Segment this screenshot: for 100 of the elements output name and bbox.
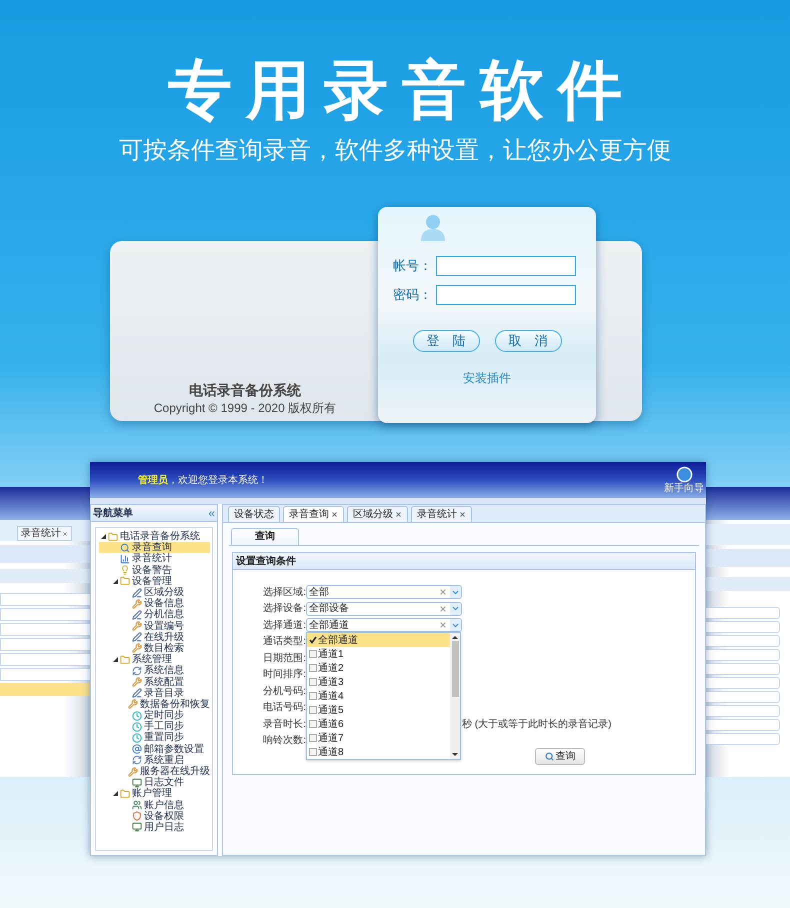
tree-item[interactable]: 分机信息 [99,609,210,620]
tab[interactable]: 录音查询 [283,506,344,522]
dropdown-option[interactable]: 通道2 [307,661,450,675]
folder-icon [120,654,130,665]
subtitle: 可按条件查询录音，软件多种设置，让您办公更方便 [118,136,672,166]
tree-item[interactable]: 设备信息 [99,598,210,610]
field-label: 密码： [393,286,433,304]
checkbox[interactable] [309,748,317,756]
login-button[interactable]: 登 陆 [412,330,480,352]
tab[interactable]: 录音统计 [411,506,472,522]
login-button[interactable]: 取 消 [494,330,562,352]
headline: 专用录音软件 [167,53,637,128]
form-label: 选择区域: [262,586,306,600]
expand-triangle-icon[interactable] [101,534,106,540]
compass-icon[interactable] [676,466,692,483]
panel-title: 设置查询条件 [236,554,296,568]
tree-item[interactable]: 日志文件 [99,777,210,788]
tree-item[interactable]: 在线升级 [99,632,210,643]
checkbox[interactable] [309,678,317,686]
tree-item[interactable]: 账户管理 [99,788,210,800]
folder-icon [120,576,130,586]
system-name: 电话录音备份系统 [189,381,301,400]
tree-item[interactable]: 区域分级 [99,586,210,598]
user-avatar-icon [420,213,446,241]
tab[interactable]: 录音统计 [17,526,72,541]
checkbox[interactable] [309,636,317,644]
tree-item[interactable]: 手工同步 [99,721,210,732]
dropdown-option[interactable]: 全部通道 [307,633,450,647]
expand-triangle-icon[interactable] [113,657,118,662]
checkbox[interactable] [309,706,317,714]
checkbox[interactable] [309,692,317,700]
tree-item[interactable]: 数据备份和恢复 [99,698,210,710]
tree-item[interactable]: 录音查询 [99,542,210,554]
tree-item[interactable]: 设备管理 [99,576,210,587]
checkbox[interactable] [309,734,317,742]
collapse-button[interactable]: « [208,507,215,519]
tree-item[interactable]: 录音统计 [99,553,210,565]
wrench-icon [128,766,138,777]
tree-item[interactable]: 系统管理 [99,654,210,666]
field-label: 帐号： [393,257,433,276]
subtab[interactable]: 查询 [231,528,299,545]
select-field[interactable]: 全部 [306,585,462,600]
scrollbar[interactable] [450,633,460,759]
tree-item[interactable]: 电话录音备份系统 [99,531,210,542]
tree-item[interactable]: 用户日志 [99,822,210,834]
refresh-icon [132,755,142,766]
dropdown-option[interactable]: 通道4 [307,689,450,703]
scrollbar-thumb[interactable] [452,641,458,697]
tree-item[interactable]: 设备警告 [99,564,210,576]
dropdown-option[interactable]: 通道5 [307,703,450,717]
tab[interactable]: 区域分级 [347,506,408,522]
user-name: 管理员 [138,474,168,488]
expand-triangle-icon[interactable] [113,578,118,584]
clear-icon[interactable] [439,588,447,596]
tree-item[interactable]: 数目检索 [99,642,210,654]
tree-item[interactable]: 系统信息 [99,665,210,676]
scroll-down-arrow-icon[interactable] [452,751,458,759]
tree-item[interactable]: 录音目录 [99,688,210,699]
tree-item[interactable]: 设备权限 [99,810,210,822]
clock-icon [132,732,142,743]
guide-link[interactable]: 新手向导 [664,483,704,494]
scroll-up-arrow-icon[interactable] [452,633,458,641]
tree-item[interactable]: 定时同步 [99,710,210,722]
close-icon[interactable] [459,511,466,518]
tree-item[interactable]: 邮箱参数设置 [99,744,210,755]
checkbox[interactable] [309,664,317,672]
expand-triangle-icon[interactable] [113,791,118,796]
select-field[interactable]: 全部设备 [306,602,462,616]
clear-icon[interactable] [439,604,447,613]
dropdown-option[interactable]: 通道7 [307,731,450,745]
close-icon[interactable] [62,530,68,536]
dropdown-option[interactable]: 通道8 [307,745,450,759]
dropdown-option[interactable]: 通道6 [307,717,450,731]
tree-item[interactable]: 账户信息 [99,800,210,811]
folder-icon [108,532,118,542]
select-field[interactable]: 全部通道 [306,618,462,632]
form-label: 通话类型: [262,634,306,650]
tree-item[interactable]: 设置编号 [99,620,210,632]
folder-icon [120,788,130,799]
tree-item[interactable]: 服务器在线升级 [99,766,210,778]
input-field[interactable] [436,256,576,276]
close-icon[interactable] [395,511,402,518]
clear-icon[interactable] [439,621,447,630]
shield-icon [132,811,142,822]
users-icon [132,800,142,810]
form-label: 日期范围: [262,652,306,666]
dropdown-option[interactable]: 通道3 [307,675,450,689]
tab[interactable]: 设备状态 [228,506,280,522]
close-icon[interactable] [331,511,338,518]
search-button[interactable]: 查询 [535,748,585,765]
checkbox[interactable] [309,650,317,658]
tree-item[interactable]: 重置同步 [99,732,210,744]
dropdown-option[interactable]: 通道1 [307,647,450,661]
tree-item[interactable]: 系统重启 [99,754,210,766]
clock-icon [132,722,142,732]
form-label: 时间排序: [262,668,306,682]
checkbox[interactable] [309,720,317,728]
pen-icon [132,588,142,598]
tree-item[interactable]: 系统配置 [99,676,210,688]
input-field[interactable] [436,285,576,305]
